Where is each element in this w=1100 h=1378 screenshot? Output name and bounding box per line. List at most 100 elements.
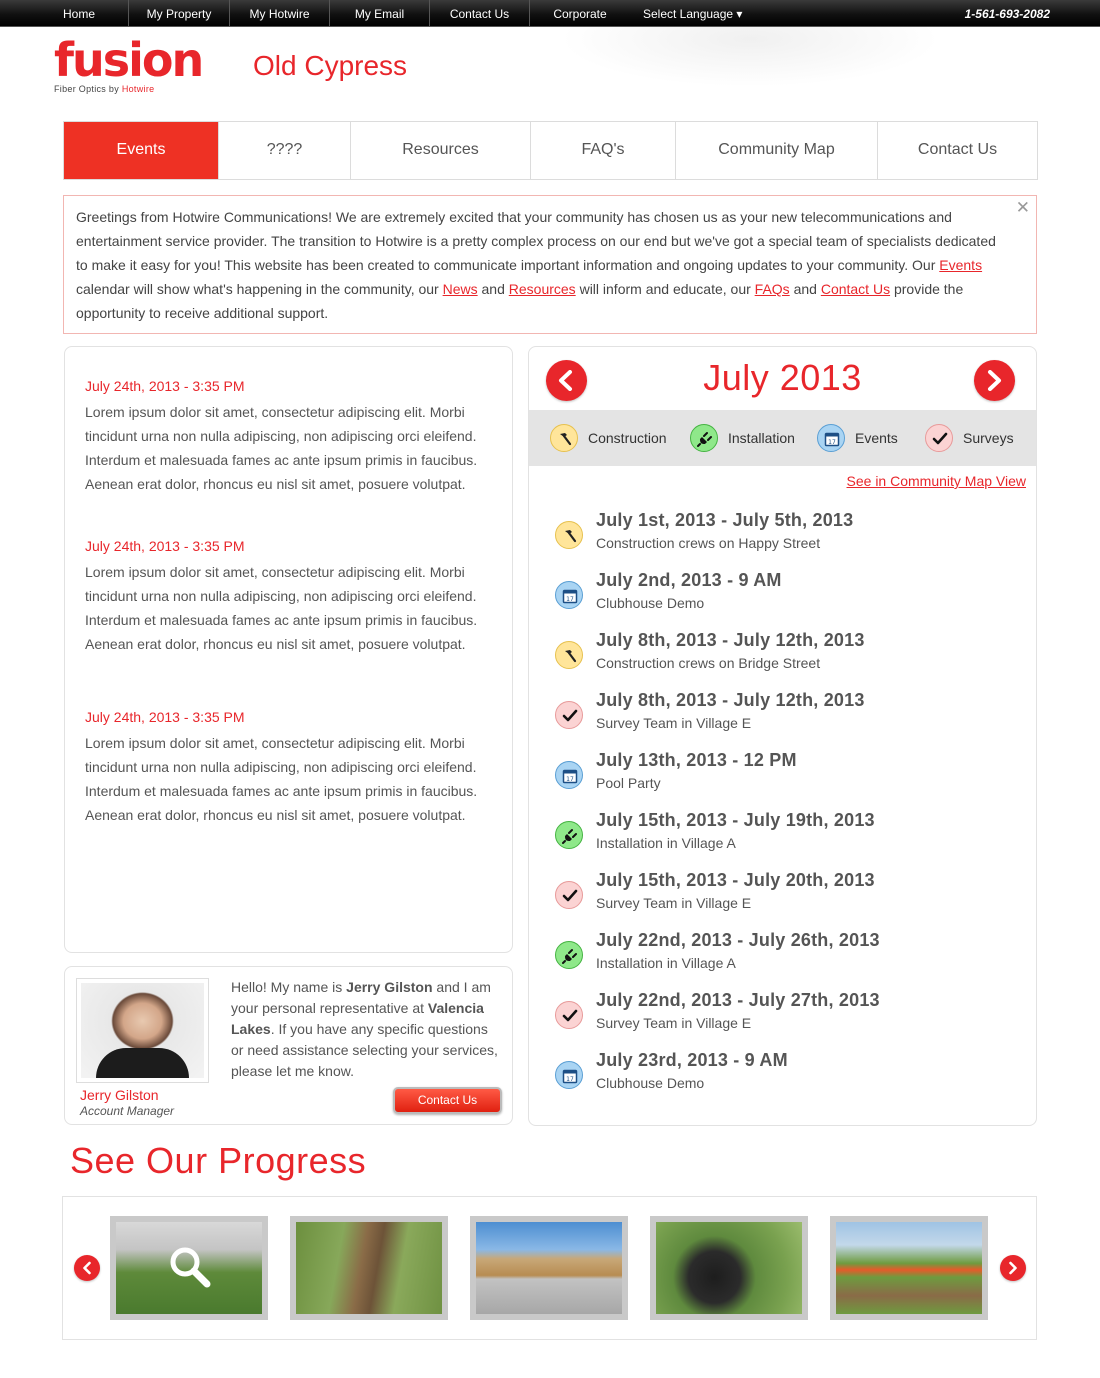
event-item[interactable]: 17 July 2nd, 2013 - 9 AM Clubhouse Demo — [555, 570, 1015, 630]
gallery-photo[interactable] — [290, 1216, 448, 1320]
contact-us-button[interactable]: Contact Us — [393, 1087, 502, 1114]
tab-faqs[interactable]: FAQ's — [531, 122, 676, 179]
close-icon[interactable]: ✕ — [1016, 198, 1030, 218]
gallery-next-button[interactable] — [1000, 1255, 1026, 1281]
news-link[interactable]: News — [443, 281, 478, 297]
main-nav: Events ???? Resources FAQ's Community Ma… — [63, 121, 1038, 180]
event-description: Installation in Village A — [596, 955, 736, 971]
community-map-view-link[interactable]: See in Community Map View — [847, 473, 1026, 489]
legend-label: Events — [855, 430, 898, 446]
representative-panel: Jerry Gilston Account Manager Hello! My … — [64, 966, 513, 1125]
gallery-photo[interactable] — [650, 1216, 808, 1320]
event-item[interactable]: July 15th, 2013 - July 20th, 2013 Survey … — [555, 870, 1015, 930]
events-link[interactable]: Events — [939, 257, 982, 273]
calendar-month: July 2013 — [703, 357, 862, 398]
legend-label: Surveys — [963, 430, 1014, 446]
zoom-icon — [170, 1247, 211, 1288]
svg-text:17: 17 — [566, 596, 574, 603]
event-item[interactable]: 17 July 23rd, 2013 - 9 AM Clubhouse Demo — [555, 1050, 1015, 1110]
legend-construction[interactable]: Construction — [550, 410, 667, 466]
news-body: Lorem ipsum dolor sit amet, consectetur … — [85, 404, 478, 492]
topnav-corporate[interactable]: Corporate — [530, 0, 630, 27]
progress-title: See Our Progress — [70, 1140, 367, 1181]
event-description: Construction crews on Bridge Street — [596, 655, 821, 671]
gallery-prev-button[interactable] — [74, 1255, 100, 1281]
tab-resources[interactable]: Resources — [351, 122, 531, 179]
greeting-text: will inform and educate, our — [575, 281, 755, 297]
event-item[interactable]: July 1st, 2013 - July 5th, 2013 Construct… — [555, 510, 1015, 570]
news-panel: July 24th, 2013 - 3:35 PM Lorem ipsum do… — [64, 346, 513, 953]
event-description: Clubhouse Demo — [596, 1075, 705, 1091]
language-select[interactable]: Select Language ▾ — [643, 0, 742, 27]
next-month-button[interactable] — [974, 360, 1015, 401]
tab-community-map[interactable]: Community Map — [676, 122, 878, 179]
topnav-my-property[interactable]: My Property — [129, 0, 230, 27]
legend-surveys[interactable]: Surveys — [925, 410, 1014, 466]
checkmark-icon — [555, 1001, 583, 1029]
event-title: July 2nd, 2013 - 9 AM — [596, 570, 782, 590]
event-description: Survey Team in Village E — [596, 715, 752, 731]
news-date: July 24th, 2013 - 3:35 PM — [85, 709, 245, 725]
representative-name: Jerry Gilston — [80, 1087, 159, 1103]
plug-icon — [690, 424, 718, 452]
svg-text:17: 17 — [566, 1076, 574, 1083]
event-description: Clubhouse Demo — [596, 595, 705, 611]
event-item[interactable]: July 8th, 2013 - July 12th, 2013 Survey T… — [555, 690, 1015, 750]
top-nav: Home My Property My Hotwire My Email Con… — [30, 0, 630, 27]
hammer-icon — [555, 641, 583, 669]
hammer-icon — [550, 424, 578, 452]
gallery-photo[interactable] — [830, 1216, 988, 1320]
topnav-contact-us[interactable]: Contact Us — [430, 0, 530, 27]
event-title: July 8th, 2013 - July 12th, 2013 — [596, 630, 865, 650]
header-background-swirl — [560, 27, 940, 87]
topnav-my-email[interactable]: My Email — [330, 0, 430, 27]
event-item[interactable]: July 15th, 2013 - July 19th, 2013 Install… — [555, 810, 1015, 870]
calendar-icon: 17 — [555, 581, 583, 609]
prev-month-button[interactable] — [546, 360, 587, 401]
legend-label: Construction — [588, 430, 667, 446]
chevron-left-icon — [559, 370, 572, 391]
chevron-right-icon — [988, 370, 1001, 391]
topnav-my-hotwire[interactable]: My Hotwire — [230, 0, 330, 27]
event-item[interactable]: July 8th, 2013 - July 12th, 2013 Construc… — [555, 630, 1015, 690]
gallery-photo[interactable] — [110, 1216, 268, 1320]
event-title: July 23rd, 2013 - 9 AM — [596, 1050, 788, 1070]
news-item: July 24th, 2013 - 3:35 PM Lorem ipsum do… — [85, 536, 495, 656]
contact-us-link[interactable]: Contact Us — [821, 281, 890, 297]
representative-message: Hello! My name is Jerry Gilston and I am… — [231, 979, 498, 1079]
progress-gallery — [62, 1196, 1037, 1340]
avatar — [81, 983, 204, 1078]
hammer-icon — [555, 521, 583, 549]
greeting-text: and — [789, 281, 821, 297]
plug-icon — [555, 821, 583, 849]
calendar-legend: Construction Installation 17 Events Surv… — [529, 410, 1036, 466]
resources-link[interactable]: Resources — [509, 281, 576, 297]
topnav-home[interactable]: Home — [30, 0, 129, 27]
calendar-icon: 17 — [555, 1061, 583, 1089]
greeting-text: and — [477, 281, 509, 297]
event-description: Installation in Village A — [596, 835, 736, 851]
event-item[interactable]: July 22nd, 2013 - July 27th, 2013 Survey … — [555, 990, 1015, 1050]
greeting-message: Greetings from Hotwire Communications! W… — [63, 195, 1037, 334]
tab-events[interactable]: Events — [64, 122, 219, 179]
checkmark-icon — [555, 701, 583, 729]
event-description: Pool Party — [596, 775, 661, 791]
event-description: Survey Team in Village E — [596, 1015, 752, 1031]
news-item: July 24th, 2013 - 3:35 PM Lorem ipsum do… — [85, 707, 495, 827]
faqs-link[interactable]: FAQs — [755, 281, 790, 297]
plug-icon — [555, 941, 583, 969]
tab-unknown[interactable]: ???? — [219, 122, 351, 179]
event-item[interactable]: July 22nd, 2013 - July 26th, 2013 Install… — [555, 930, 1015, 990]
legend-label: Installation — [728, 430, 795, 446]
fusion-logo[interactable]: fusion Fiber Optics by Hotwire — [54, 33, 204, 94]
event-title: July 15th, 2013 - July 20th, 2013 — [596, 870, 875, 890]
tab-contact-us[interactable]: Contact Us — [878, 122, 1037, 179]
legend-events[interactable]: 17 Events — [817, 410, 898, 466]
logo-word: fusion — [54, 33, 204, 87]
legend-installation[interactable]: Installation — [690, 410, 795, 466]
event-item[interactable]: 17 July 13th, 2013 - 12 PM Pool Party — [555, 750, 1015, 810]
event-title: July 8th, 2013 - July 12th, 2013 — [596, 690, 865, 710]
event-title: July 22nd, 2013 - July 26th, 2013 — [596, 930, 880, 950]
gallery-photo[interactable] — [470, 1216, 628, 1320]
event-description: Construction crews on Happy Street — [596, 535, 821, 551]
